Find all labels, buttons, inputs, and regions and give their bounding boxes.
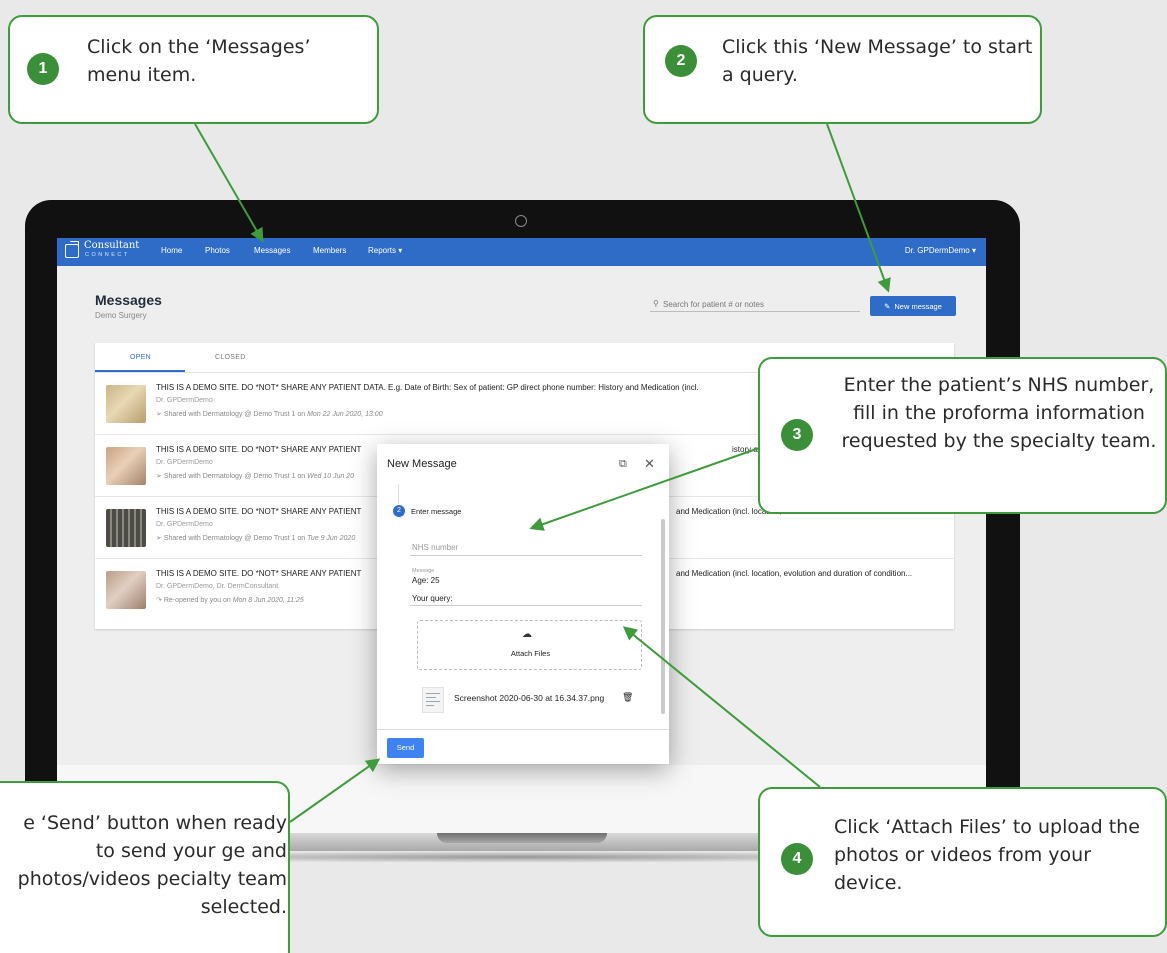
message-title: THIS IS A DEMO SITE. DO *NOT* SHARE ANY … — [156, 569, 362, 578]
message-title-tail: and Medication (incl. location, evolutio… — [676, 569, 913, 578]
message-query-text[interactable]: Your query: — [412, 594, 453, 603]
nav-messages[interactable]: Messages — [254, 246, 290, 255]
attached-file-name: Screenshot 2020-06-30 at 16.34.37.png — [454, 693, 605, 703]
nhs-number-input[interactable]: NHS number — [412, 543, 458, 552]
callout-number: 1 — [27, 53, 59, 85]
message-title: THIS IS A DEMO SITE. DO *NOT* SHARE ANY … — [156, 383, 699, 392]
message-label: Message — [412, 568, 435, 574]
close-icon[interactable]: ✕ — [644, 456, 655, 472]
step-label: Enter message — [411, 507, 462, 516]
cloud-upload-icon: ☁ — [522, 629, 532, 640]
callout-number: 3 — [781, 419, 813, 451]
message-author: Dr. GPDermDemo — [156, 459, 213, 466]
logo-text[interactable]: Consultant — [84, 241, 139, 251]
message-status: ➢ Shared with Dermatology @ Demo Trust 1… — [156, 473, 355, 480]
callout-number: 2 — [665, 45, 697, 77]
message-age-text[interactable]: Age: 25 — [412, 576, 440, 585]
message-author: Dr. GPDermDemo, Dr. DermConsultant — [156, 583, 279, 590]
new-message-dialog: New Message ⧉ ✕ 2 Enter message NHS numb… — [377, 444, 669, 764]
nav-members[interactable]: Members — [313, 246, 346, 255]
dialog-title: New Message — [387, 458, 457, 470]
callout-number: 4 — [781, 843, 813, 875]
tab-open[interactable]: OPEN — [130, 354, 151, 361]
callout-step-5: e ‘Send’ button when ready to send your … — [0, 781, 290, 953]
laptop-notch — [437, 833, 607, 843]
reopen-icon: ↷ — [156, 597, 164, 604]
search-icon: ⚲ — [653, 299, 659, 308]
step-badge: 2 — [393, 505, 405, 517]
app-screen: Consultant CONNECT Home Photos Messages … — [57, 238, 986, 833]
logo-icon — [65, 241, 79, 258]
message-status: ↷ Re-opened by you on Mon 8 Jun 2020, 11… — [156, 597, 304, 604]
callout-step-2: 2 Click this ‘New Message’ to start a qu… — [643, 15, 1042, 124]
message-title: THIS IS A DEMO SITE. DO *NOT* SHARE ANY … — [156, 507, 362, 516]
dialog-scrollbar[interactable] — [661, 519, 665, 714]
callout-step-3: 3 Enter the patient’s NHS number, fill i… — [758, 357, 1167, 514]
trash-icon[interactable]: 🗑 — [622, 692, 633, 703]
send-icon: ➢ — [156, 411, 164, 418]
message-status: ➢ Shared with Dermatology @ Demo Trust 1… — [156, 535, 356, 542]
message-thumbnail — [106, 447, 146, 485]
message-underline — [410, 605, 642, 606]
attach-files-label: Attach Files — [510, 649, 551, 658]
attach-files-dropzone[interactable]: ☁ Attach Files — [417, 620, 642, 670]
nav-reports[interactable]: Reports ▾ — [368, 246, 402, 255]
user-menu[interactable]: Dr. GPDermDemo ▾ — [905, 246, 976, 255]
callout-step-4: 4 Click ‘Attach Files’ to upload the pho… — [758, 787, 1167, 937]
message-author: Dr. GPDermDemo — [156, 397, 213, 404]
send-button[interactable]: Send — [387, 738, 424, 758]
send-icon: ➢ — [156, 473, 164, 480]
callout-text: Enter the patient’s NHS number, fill in … — [841, 374, 1157, 452]
pencil-icon: ✎ — [884, 301, 891, 311]
callout-text: e ‘Send’ button when ready to send your … — [17, 812, 287, 918]
message-thumbnail — [106, 571, 146, 609]
message-thumbnail — [106, 509, 146, 547]
nav-photos[interactable]: Photos — [205, 246, 230, 255]
message-thumbnail — [106, 385, 146, 423]
nav-home[interactable]: Home — [161, 246, 182, 255]
tab-closed[interactable]: CLOSED — [215, 354, 246, 361]
page-title: Messages — [95, 292, 162, 308]
callout-text: Click ‘Attach Files’ to upload the photo… — [834, 816, 1140, 894]
open-external-icon[interactable]: ⧉ — [619, 458, 627, 471]
top-nav: Consultant CONNECT Home Photos Messages … — [57, 238, 986, 266]
search-underline — [650, 311, 860, 312]
callout-text: Click this ‘New Message’ to start a quer… — [722, 36, 1033, 86]
page-subtitle: Demo Surgery — [95, 311, 147, 320]
callout-step-1: 1 Click on the ‘Messages’ menu item. — [8, 15, 379, 124]
logo-subtext: CONNECT — [85, 252, 130, 258]
tab-active-indicator — [95, 370, 185, 372]
message-title: THIS IS A DEMO SITE. DO *NOT* SHARE ANY … — [156, 445, 362, 454]
webcam — [515, 215, 527, 227]
callout-text: Click on the ‘Messages’ menu item. — [87, 36, 311, 86]
step-connector — [398, 484, 399, 504]
message-status: ➢ Shared with Dermatology @ Demo Trust 1… — [156, 411, 383, 418]
new-message-label: New message — [894, 301, 942, 311]
search-input[interactable]: Search for patient # or notes — [663, 300, 764, 309]
new-message-button[interactable]: ✎ New message — [870, 296, 956, 316]
file-thumbnail — [422, 687, 444, 713]
message-author: Dr. GPDermDemo — [156, 521, 213, 528]
nhs-underline — [410, 555, 642, 556]
send-icon: ➢ — [156, 535, 164, 542]
